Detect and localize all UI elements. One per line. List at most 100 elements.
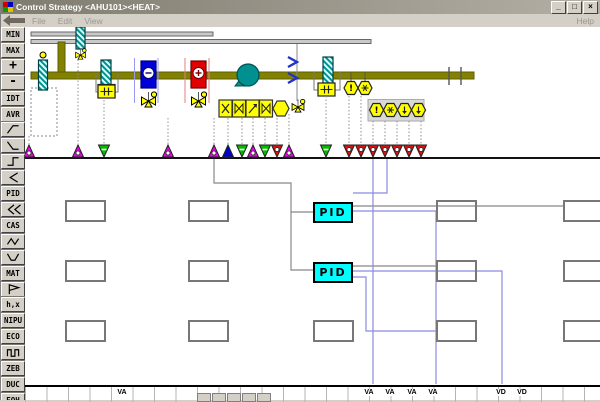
tool-button-triangle-wave-icon[interactable] [1, 234, 25, 249]
less-than-icon [5, 171, 22, 184]
sensor-triangle-magenta[interactable] [248, 145, 259, 157]
io-label-va: VA [427, 389, 438, 396]
empty-function-block[interactable] [436, 200, 477, 222]
tool-button-min[interactable]: MIN [1, 27, 25, 42]
empty-function-block[interactable] [188, 200, 229, 222]
menu-item-file[interactable]: File [32, 16, 46, 26]
sensor-triangle-blue[interactable] [223, 145, 234, 157]
menu-item-view[interactable]: View [84, 16, 102, 26]
partial-icon-box [197, 393, 211, 402]
tool-button-zeb[interactable]: ZEB [1, 361, 25, 376]
sensor-triangle-magenta[interactable] [25, 145, 35, 157]
partial-icon-box [257, 393, 271, 402]
empty-function-block[interactable] [563, 200, 600, 222]
tool-button-duc[interactable]: DUC [1, 377, 25, 392]
tool-button-flag-icon[interactable] [1, 282, 25, 297]
empty-function-block[interactable] [436, 260, 477, 282]
tool-button-valley-wave-icon[interactable] [1, 250, 25, 265]
app-icon [3, 2, 13, 12]
ramp-up-icon [5, 123, 22, 136]
empty-function-block[interactable] [65, 320, 106, 342]
sensor-triangle-red[interactable] [344, 145, 355, 157]
gray-wires [214, 159, 563, 270]
tool-button-less-than-icon[interactable] [1, 170, 25, 185]
minimize-button[interactable]: _ [551, 1, 566, 14]
io-label-vd: VD [516, 389, 528, 396]
strategy-canvas[interactable]: ! ! [25, 27, 600, 400]
sensor-triangle-green[interactable] [99, 145, 110, 157]
supply-fan-icon[interactable] [235, 64, 259, 86]
io-label-va: VA [384, 389, 395, 396]
tool-button-eco[interactable]: ECO [1, 329, 25, 344]
restore-button[interactable]: □ [567, 1, 582, 14]
close-button[interactable]: × [583, 1, 598, 14]
io-label-va: VA [116, 389, 127, 396]
tool-button-square-wave-icon[interactable] [1, 345, 25, 360]
tool-button-pid[interactable]: PID [1, 186, 25, 201]
svg-text:!: ! [349, 84, 353, 94]
flag-icon [5, 283, 22, 296]
sensor-triangle-magenta[interactable] [209, 145, 220, 157]
sensor-triangle-magenta[interactable] [73, 145, 84, 157]
window-title: Control Strategy <AHU101><HEAT> [16, 2, 551, 12]
tool-button-[interactable]: + [1, 59, 25, 74]
sensor-triangle-magenta[interactable] [163, 145, 174, 157]
instrument-block-row[interactable] [219, 100, 289, 117]
double-chevron-icon [5, 203, 22, 216]
square-wave-icon [5, 346, 22, 359]
tool-button-idt[interactable]: IDT [1, 91, 25, 106]
temp-sensor-hexagons[interactable]: ! [344, 82, 372, 95]
partial-icon-boxes [197, 393, 272, 402]
back-arrow-icon[interactable] [3, 15, 26, 26]
empty-function-block[interactable] [65, 260, 106, 282]
sensor-triangle-red[interactable] [380, 145, 391, 157]
setpoint-hexagon-panel[interactable]: ! [368, 100, 426, 122]
dashed-selection-box [31, 88, 57, 136]
svg-text:!: ! [374, 106, 378, 116]
step-icon [5, 155, 22, 168]
empty-function-block[interactable] [436, 320, 477, 342]
empty-function-block[interactable] [313, 320, 354, 342]
tool-button-nipu[interactable]: NIPU [1, 313, 25, 328]
pid-block-2[interactable]: PID [313, 262, 353, 283]
tool-button-mat[interactable]: MAT [1, 266, 25, 281]
empty-function-block[interactable] [188, 260, 229, 282]
sensor-triangle-green[interactable] [321, 145, 332, 157]
tool-button-ramp-up-icon[interactable] [1, 122, 25, 137]
empty-function-block[interactable] [188, 320, 229, 342]
io-terminal-strip[interactable]: VAVAVAVAVAVDVD [25, 385, 600, 402]
cooling-coil-icon[interactable] [141, 61, 157, 107]
tool-button-eoh[interactable]: EOH [1, 393, 25, 400]
sensor-triangle-red[interactable] [404, 145, 415, 157]
tool-button-hx[interactable]: h,x [1, 297, 25, 312]
sensor-triangle-red[interactable] [392, 145, 403, 157]
mid-valve-icon[interactable] [292, 99, 305, 112]
tool-button-double-chevron-icon[interactable] [1, 202, 25, 217]
sensor-triangle-red[interactable] [272, 145, 283, 157]
empty-function-block[interactable] [563, 320, 600, 342]
partial-icon-box [242, 393, 256, 402]
tool-button-cas[interactable]: CAS [1, 218, 25, 233]
tool-button-ramp-down-icon[interactable] [1, 138, 25, 153]
tool-button-[interactable]: - [1, 75, 25, 90]
io-label-vd: VD [495, 389, 507, 396]
tool-button-step-icon[interactable] [1, 154, 25, 169]
preheat-coil-icon[interactable] [39, 52, 48, 90]
duct-damper-icon[interactable] [76, 27, 87, 59]
tool-button-avr[interactable]: AVR [1, 107, 25, 122]
empty-function-block[interactable] [563, 260, 600, 282]
tool-button-max[interactable]: MAX [1, 43, 25, 58]
menu-item-edit[interactable]: Edit [58, 16, 73, 26]
empty-function-block[interactable] [65, 200, 106, 222]
heating-coil-icon[interactable] [191, 61, 207, 107]
sensor-triangle-red[interactable] [416, 145, 427, 157]
menu-item-help[interactable]: Help [577, 16, 594, 26]
sensor-triangle-green[interactable] [237, 145, 248, 157]
sensor-triangle-red[interactable] [368, 145, 379, 157]
title-bar: Control Strategy <AHU101><HEAT> _□× [1, 0, 600, 14]
sensor-row[interactable] [25, 145, 427, 157]
pid-block-1[interactable]: PID [313, 202, 353, 223]
sensor-triangle-green[interactable] [260, 145, 271, 157]
sensor-triangle-magenta[interactable] [284, 145, 295, 157]
sensor-triangle-red[interactable] [356, 145, 367, 157]
